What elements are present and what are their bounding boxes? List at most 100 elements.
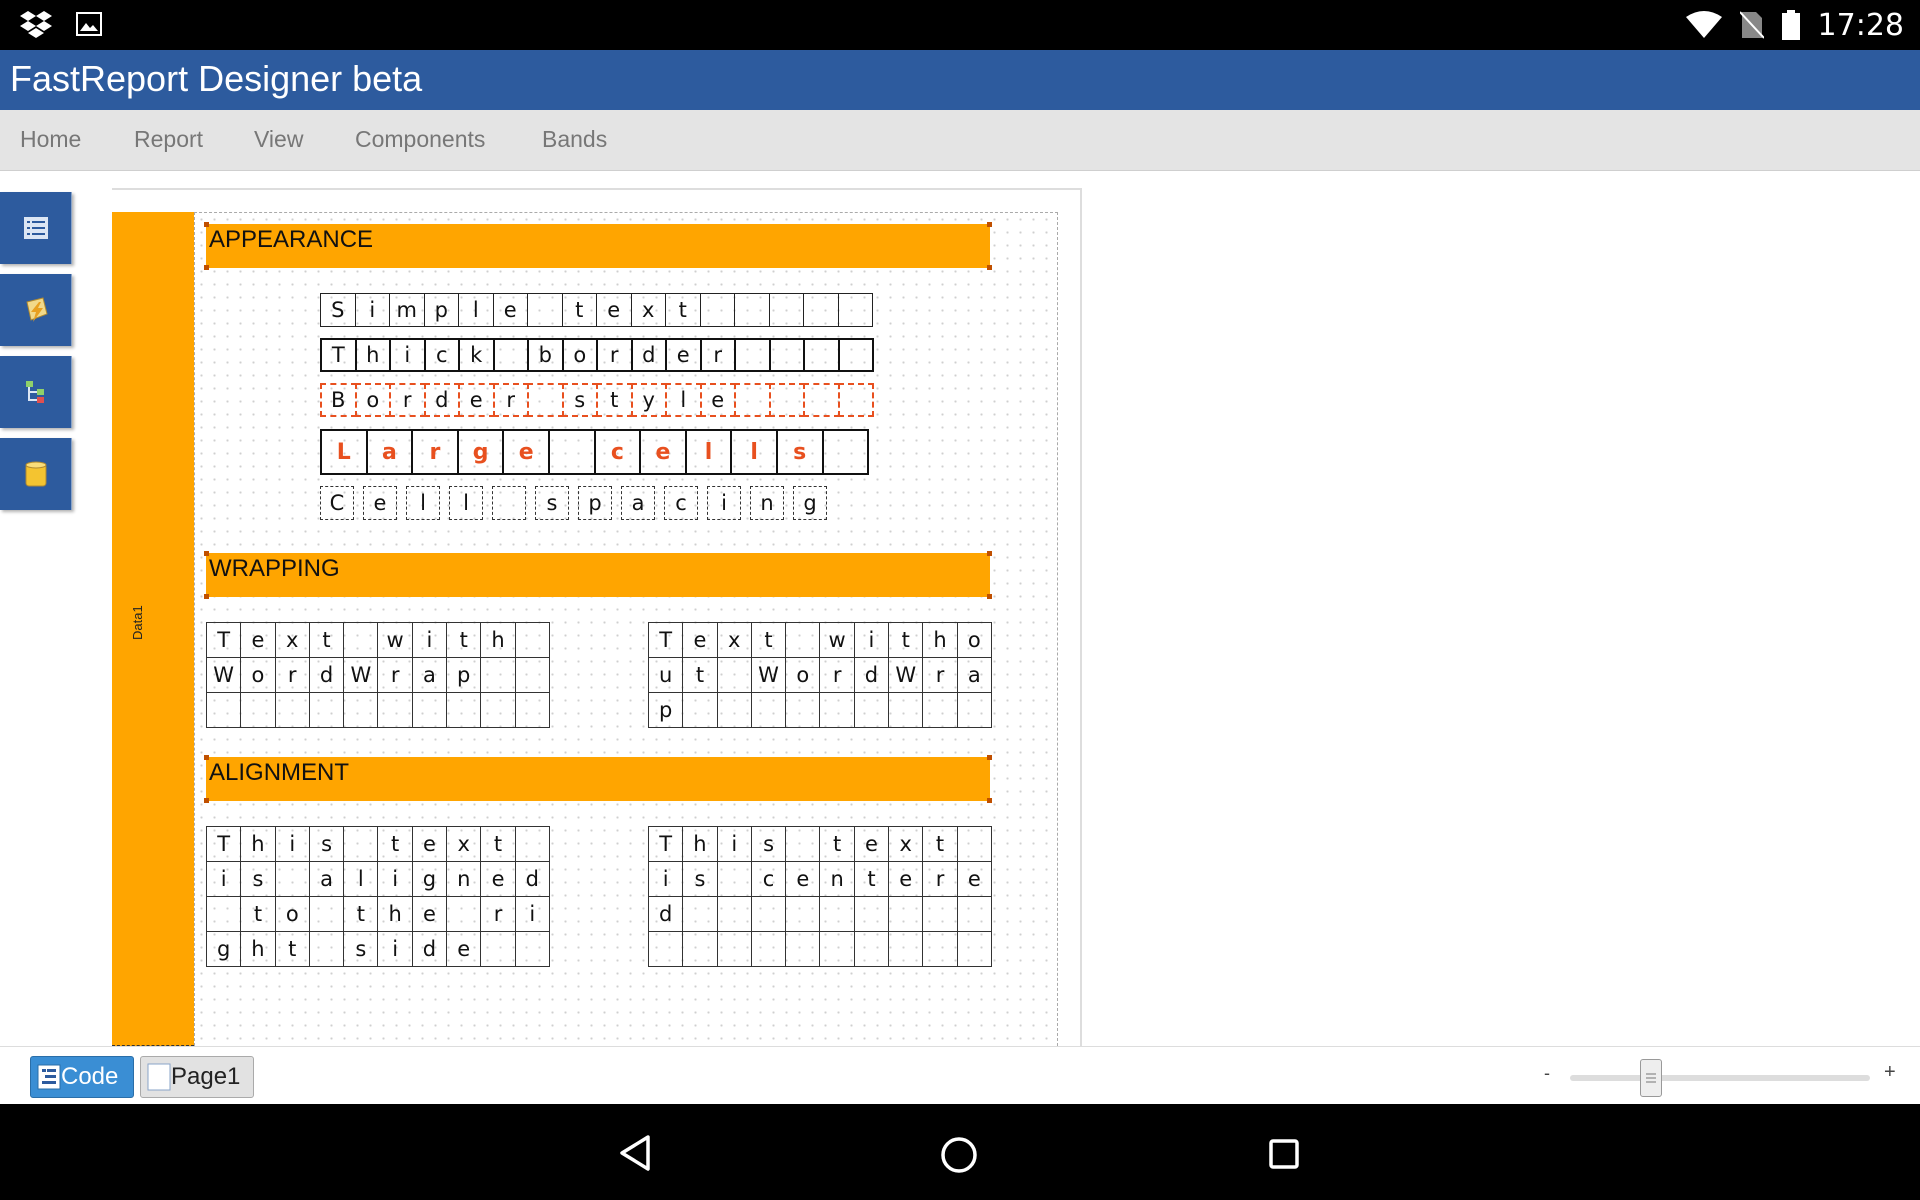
grid-cell xyxy=(514,931,550,967)
grid-cell xyxy=(785,692,821,728)
grid-cell: l xyxy=(730,429,778,475)
grid-cell: m xyxy=(389,293,425,327)
resize-handle[interactable] xyxy=(204,755,209,760)
grid-cell: s xyxy=(343,931,379,967)
grid-cell: t xyxy=(750,622,787,658)
section-appearance[interactable]: APPEARANCE xyxy=(204,222,992,270)
menu-components[interactable]: Components xyxy=(355,126,485,153)
zoom-in-button[interactable]: + xyxy=(1884,1061,1896,1084)
app-title-bar: FastReport Designer beta xyxy=(0,50,1920,110)
grid-cell: r xyxy=(377,657,413,693)
resize-handle[interactable] xyxy=(204,798,209,803)
resize-handle[interactable] xyxy=(987,222,992,227)
back-icon[interactable] xyxy=(618,1134,652,1172)
grid-cell: t xyxy=(377,826,413,862)
grid-cell: x xyxy=(274,622,310,658)
code-tab-label: Code xyxy=(61,1063,119,1090)
menu-bands[interactable]: Bands xyxy=(542,126,607,153)
resize-handle[interactable] xyxy=(987,551,992,556)
zoom-out-button[interactable]: - xyxy=(1544,1063,1550,1084)
grid-cell: n xyxy=(446,861,482,897)
resize-handle[interactable] xyxy=(987,265,992,270)
page1-tab[interactable]: Page1 xyxy=(140,1056,254,1098)
centered-grid[interactable]: Thistextiscentered xyxy=(648,826,992,967)
grid-cell: c xyxy=(664,486,698,520)
resize-handle[interactable] xyxy=(204,551,209,556)
menu-home[interactable]: Home xyxy=(20,126,81,153)
data-list-button[interactable] xyxy=(0,192,72,264)
grid-cell: i xyxy=(514,896,550,932)
grid-cell: a xyxy=(308,861,345,897)
grid-cell xyxy=(803,383,840,417)
grip-icon xyxy=(1646,1073,1656,1083)
grid-cell xyxy=(308,692,345,728)
resize-handle[interactable] xyxy=(204,265,209,270)
cell-spacing-cells[interactable]: Cellspacing xyxy=(320,486,827,520)
grid-cell xyxy=(527,293,563,327)
grid-cell: B xyxy=(320,383,357,417)
resize-handle[interactable] xyxy=(204,594,209,599)
grid-cell: s xyxy=(561,383,598,417)
grid-cell xyxy=(648,931,684,967)
resize-handle[interactable] xyxy=(987,755,992,760)
resize-handle[interactable] xyxy=(987,594,992,599)
grid-cell xyxy=(492,486,526,520)
grid-cell: r xyxy=(596,338,633,372)
clock: 17:28 xyxy=(1817,7,1904,43)
code-tab[interactable]: Code xyxy=(30,1056,134,1098)
grid-cell: c xyxy=(423,338,460,372)
zoom-slider-track[interactable] xyxy=(1570,1075,1870,1081)
large-cells[interactable]: Largecells xyxy=(320,429,870,475)
thick-border-cells[interactable]: Thickborder xyxy=(320,338,874,372)
menu-view[interactable]: View xyxy=(254,126,303,153)
grid-cell: e xyxy=(411,826,448,862)
grid-cell: p xyxy=(446,657,482,693)
grid-cell xyxy=(716,931,752,967)
zoom-slider-thumb[interactable] xyxy=(1640,1059,1662,1097)
grid-cell: s xyxy=(682,861,718,897)
border-style-cells[interactable]: Borderstyle xyxy=(320,383,874,417)
grid-cell: S xyxy=(320,293,356,327)
grid-cell: b xyxy=(527,338,564,372)
resize-handle[interactable] xyxy=(987,798,992,803)
text-with-wordwrap-grid[interactable]: TextwithWordWrap xyxy=(206,622,550,728)
grid-cell xyxy=(922,692,958,728)
grid-cell: i xyxy=(377,861,413,897)
section-alignment[interactable]: ALIGNMENT xyxy=(204,755,992,803)
simple-text-cells[interactable]: Simpletext xyxy=(320,293,873,327)
grid-cell: x xyxy=(446,826,482,862)
script-button[interactable] xyxy=(0,274,72,346)
grid-cell xyxy=(888,896,924,932)
section-wrapping[interactable]: WRAPPING xyxy=(204,551,992,599)
recents-icon[interactable] xyxy=(1268,1138,1300,1170)
resize-handle[interactable] xyxy=(204,222,209,227)
grid-cell xyxy=(803,338,840,372)
menu-report[interactable]: Report xyxy=(134,126,203,153)
grid-cell: r xyxy=(411,429,459,475)
grid-cell: p xyxy=(578,486,612,520)
text-without-wordwrap-grid[interactable]: TextwithoutWordWrap xyxy=(648,622,992,728)
grid-cell: a xyxy=(365,429,414,475)
grid-cell: t xyxy=(682,657,718,693)
grid-cell: t xyxy=(480,826,516,862)
grid-cell: W xyxy=(750,657,787,693)
bottom-bar: Code Page1 - + xyxy=(0,1046,1920,1104)
grid-cell: x xyxy=(716,622,752,658)
data-band-strip[interactable] xyxy=(112,212,194,1046)
database-button[interactable] xyxy=(0,438,72,510)
grid-cell xyxy=(853,692,890,728)
section-title: WRAPPING xyxy=(209,555,340,582)
home-icon[interactable] xyxy=(940,1136,978,1174)
grid-cell: l xyxy=(684,429,733,475)
grid-cell: a xyxy=(956,657,992,693)
grid-cell: t xyxy=(308,622,345,658)
right-aligned-grid[interactable]: Thistextisalignedtotherightside xyxy=(206,826,550,967)
grid-cell: p xyxy=(648,692,684,728)
section-title: ALIGNMENT xyxy=(209,759,350,786)
grid-cell: g xyxy=(456,429,505,475)
tree-button[interactable] xyxy=(0,356,72,428)
grid-cell: d xyxy=(648,896,684,932)
battery-icon xyxy=(1781,10,1800,40)
grid-cell: r xyxy=(389,383,426,417)
grid-cell: e xyxy=(785,861,821,897)
